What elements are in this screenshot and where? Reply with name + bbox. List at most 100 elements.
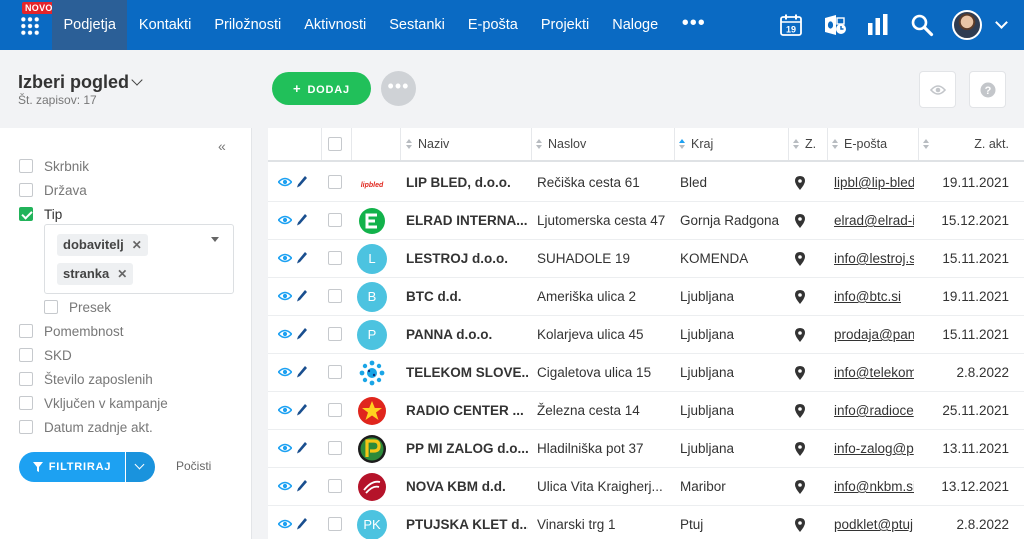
table-row[interactable]: ELRAD INTERNA... Ljutomerska cesta 47 Gorn… xyxy=(268,202,1024,240)
column-header-name[interactable]: Naziv xyxy=(406,128,449,160)
collapse-sidebar-icon[interactable]: « xyxy=(218,138,226,154)
row-checkbox[interactable] xyxy=(328,479,342,493)
table-row[interactable]: lipbled LIP BLED, d.o.o. Rečiška cesta 61 B… xyxy=(268,164,1024,202)
column-header-z[interactable]: Z. xyxy=(793,128,816,160)
checkbox[interactable] xyxy=(19,348,33,362)
company-email-link[interactable]: info-zalog@p xyxy=(834,430,914,467)
company-name[interactable]: PP MI ZALOG d.o... xyxy=(406,430,528,467)
calendar-icon[interactable]: 19 xyxy=(779,13,803,37)
map-pin-icon[interactable] xyxy=(795,442,805,456)
type-tag-select[interactable]: dobavitelj ✕ stranka ✕ xyxy=(44,224,234,294)
chevron-down-icon[interactable] xyxy=(995,16,1008,29)
filter-presek[interactable]: Presek xyxy=(44,298,111,316)
map-pin-icon[interactable] xyxy=(795,518,805,532)
company-email-link[interactable]: info@btc.si xyxy=(834,278,914,315)
view-eye-icon[interactable] xyxy=(278,443,292,453)
edit-pencil-icon[interactable] xyxy=(296,403,308,417)
edit-pencil-icon[interactable] xyxy=(296,365,308,379)
table-row[interactable]: NOVA KBM d.d. Ulica Vita Kraigherj... Mari… xyxy=(268,468,1024,506)
table-row[interactable]: L LESTROJ d.o.o. SUHADOLE 19 KOMENDA info@le… xyxy=(268,240,1024,278)
view-eye-icon[interactable] xyxy=(278,367,292,377)
map-pin-icon[interactable] xyxy=(795,176,805,190)
filter-item-0[interactable]: Skrbnik xyxy=(19,157,89,175)
dropdown-caret-icon[interactable] xyxy=(211,237,219,242)
company-email-link[interactable]: elrad@elrad-i xyxy=(834,202,914,239)
nav-tab-5[interactable]: E-pošta xyxy=(456,0,529,50)
checkbox[interactable] xyxy=(19,396,33,410)
analytics-icon[interactable] xyxy=(866,13,890,37)
add-button[interactable]: + DODAJ xyxy=(272,72,371,105)
view-eye-icon[interactable] xyxy=(278,519,292,529)
company-name[interactable]: PANNA d.o.o. xyxy=(406,316,528,353)
nav-more-icon[interactable]: ••• xyxy=(670,0,718,50)
view-eye-icon[interactable] xyxy=(278,177,292,187)
column-header-address[interactable]: Naslov xyxy=(536,128,586,160)
checkbox[interactable] xyxy=(19,183,33,197)
table-row[interactable]: PP MI ZALOG d.o... Hladilniška pot 37 Ljub… xyxy=(268,430,1024,468)
company-name[interactable]: LIP BLED, d.o.o. xyxy=(406,164,528,201)
column-header-email[interactable]: E-pošta xyxy=(832,128,887,160)
checkbox[interactable] xyxy=(19,159,33,173)
company-name[interactable]: RADIO CENTER ... xyxy=(406,392,528,429)
company-email-link[interactable]: info@telekom xyxy=(834,354,914,391)
help-button[interactable]: ? xyxy=(969,71,1006,108)
company-email-link[interactable]: info@radioce xyxy=(834,392,914,429)
map-pin-icon[interactable] xyxy=(795,214,805,228)
view-eye-icon[interactable] xyxy=(278,253,292,263)
company-name[interactable]: BTC d.d. xyxy=(406,278,528,315)
row-checkbox[interactable] xyxy=(328,251,342,265)
checkbox[interactable] xyxy=(19,420,33,434)
map-pin-icon[interactable] xyxy=(795,328,805,342)
nav-tab-2[interactable]: Priložnosti xyxy=(203,0,293,50)
filter-item-3[interactable]: Vključen v kampanje xyxy=(19,394,168,412)
company-email-link[interactable]: podklet@ptuj xyxy=(834,506,914,539)
nav-tab-1[interactable]: Kontakti xyxy=(127,0,202,50)
table-row[interactable]: RADIO CENTER ... Železna cesta 14 Ljubljan… xyxy=(268,392,1024,430)
company-name[interactable]: LESTROJ d.o.o. xyxy=(406,240,528,277)
table-row[interactable]: TELEKOM SLOVE... Cigaletova ulica 15 Ljubl… xyxy=(268,354,1024,392)
row-checkbox[interactable] xyxy=(328,403,342,417)
row-checkbox[interactable] xyxy=(328,175,342,189)
filter-item-4[interactable]: Datum zadnje akt. xyxy=(19,418,153,436)
view-chevron-icon[interactable] xyxy=(131,74,143,86)
filter-item-2[interactable]: Tip xyxy=(19,205,62,223)
map-pin-icon[interactable] xyxy=(795,290,805,304)
edit-pencil-icon[interactable] xyxy=(296,175,308,189)
filter-item-0[interactable]: Pomembnost xyxy=(19,322,124,340)
visibility-button[interactable] xyxy=(919,71,956,108)
remove-tag-icon[interactable]: ✕ xyxy=(117,263,127,285)
row-checkbox[interactable] xyxy=(328,213,342,227)
filter-button[interactable]: FILTRIRAJ xyxy=(19,452,125,482)
view-selector[interactable]: Izberi pogled xyxy=(18,72,129,93)
filter-item-1[interactable]: SKD xyxy=(19,346,72,364)
company-name[interactable]: TELEKOM SLOVE... xyxy=(406,354,528,391)
nav-tab-7[interactable]: Naloge xyxy=(601,0,670,50)
remove-tag-icon[interactable]: ✕ xyxy=(132,234,142,256)
column-header-last-activity[interactable]: Z. akt. xyxy=(923,128,1009,160)
table-row[interactable]: P PANNA d.o.o. Kolarjeva ulica 45 Ljubljana… xyxy=(268,316,1024,354)
view-eye-icon[interactable] xyxy=(278,329,292,339)
column-header-city[interactable]: Kraj xyxy=(679,128,713,160)
checkbox[interactable] xyxy=(19,324,33,338)
company-name[interactable]: NOVA KBM d.d. xyxy=(406,468,528,505)
company-email-link[interactable]: prodaja@pan xyxy=(834,316,914,353)
presek-checkbox[interactable] xyxy=(44,300,58,314)
view-eye-icon[interactable] xyxy=(278,405,292,415)
map-pin-icon[interactable] xyxy=(795,404,805,418)
edit-pencil-icon[interactable] xyxy=(296,441,308,455)
edit-pencil-icon[interactable] xyxy=(296,251,308,265)
row-checkbox[interactable] xyxy=(328,289,342,303)
edit-pencil-icon[interactable] xyxy=(296,327,308,341)
nav-tab-4[interactable]: Sestanki xyxy=(378,0,457,50)
company-name[interactable]: ELRAD INTERNA... xyxy=(406,202,528,239)
row-checkbox[interactable] xyxy=(328,517,342,531)
search-icon[interactable] xyxy=(910,13,934,37)
company-email-link[interactable]: info@lestroj.s xyxy=(834,240,914,277)
map-pin-icon[interactable] xyxy=(795,480,805,494)
clear-filters-link[interactable]: Počisti xyxy=(176,459,211,473)
map-pin-icon[interactable] xyxy=(795,252,805,266)
checked-checkbox[interactable] xyxy=(19,207,33,221)
row-checkbox[interactable] xyxy=(328,441,342,455)
select-all-checkbox[interactable] xyxy=(328,137,342,151)
more-actions-button[interactable]: ••• xyxy=(381,71,416,106)
